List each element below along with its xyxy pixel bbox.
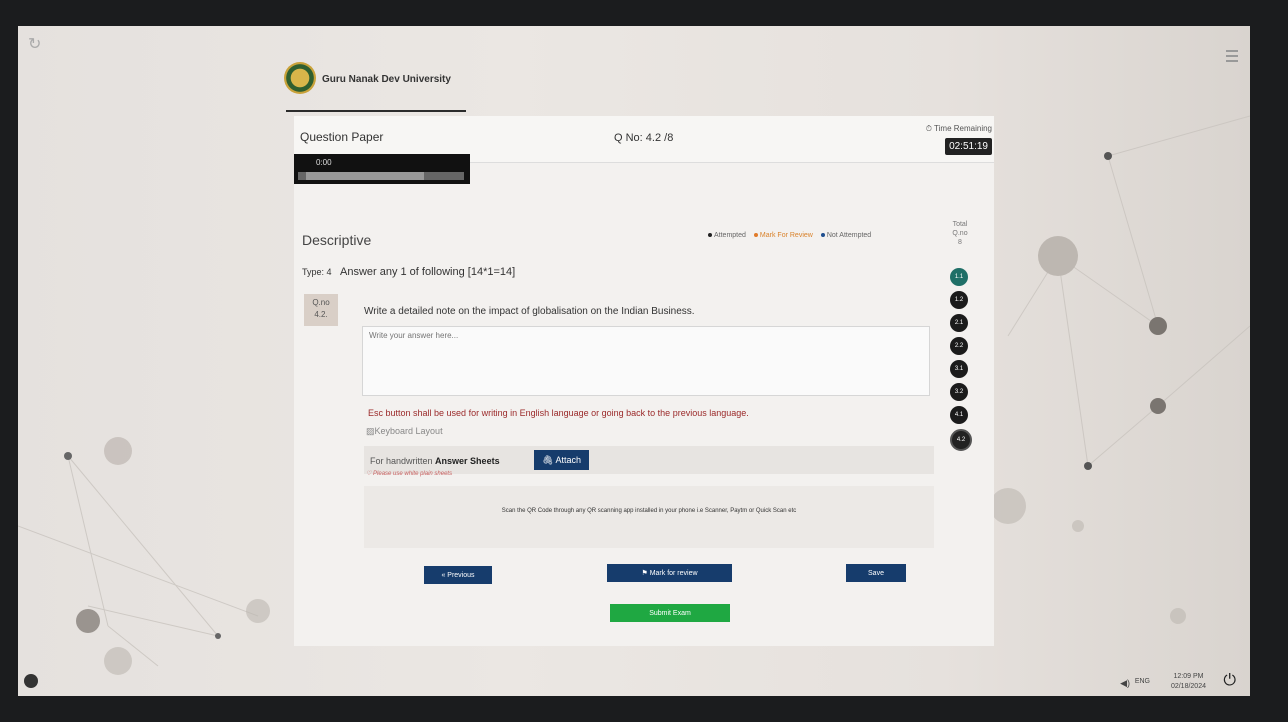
- taskbar: ◀) ENG 12:09 PM 02/18/2024 ⏻: [18, 666, 1250, 696]
- question-navigator: 1.1 1.2 2.1 2.2 3.1 3.2 4.1 4.2: [950, 268, 972, 456]
- keyboard-layout-image: ▨Keyboard Layout: [366, 426, 443, 436]
- question-type-row: Type: 4 Answer any 1 of following [14*1=…: [302, 266, 515, 278]
- question-text: Write a detailed note on the impact of g…: [364, 306, 695, 317]
- countdown-timer: 02:51:19: [945, 138, 992, 155]
- save-button[interactable]: Save: [846, 564, 906, 582]
- audio-player[interactable]: 0:00: [294, 154, 470, 184]
- qnav-item[interactable]: 2.2: [950, 337, 968, 355]
- header-underline: [286, 110, 466, 112]
- exam-panel: Question Paper Q No: 4.2 /8 ⏱ Time Remai…: [294, 116, 994, 646]
- qnav-item[interactable]: 1.2: [950, 291, 968, 309]
- question-paper-title[interactable]: Question Paper: [300, 130, 383, 144]
- power-icon[interactable]: ⏻: [1223, 672, 1236, 690]
- reload-icon[interactable]: ↻: [28, 34, 41, 54]
- mark-for-review-button[interactable]: ⚑ Mark for review: [607, 564, 732, 582]
- question-instruction: Answer any 1 of following [14*1=14]: [339, 266, 516, 278]
- attach-button[interactable]: 🖇 Attach: [534, 450, 589, 470]
- paperclip-icon: 🖇: [542, 455, 554, 465]
- question-badge: Q.no 4.2.: [304, 294, 338, 326]
- app-header: Guru Nanak Dev University: [284, 62, 784, 112]
- volume-icon[interactable]: ◀): [1120, 678, 1130, 689]
- qnav-item[interactable]: 2.1: [950, 314, 968, 332]
- answer-textarea[interactable]: [362, 326, 930, 396]
- flag-icon: ⚑: [641, 570, 648, 577]
- qnav-item[interactable]: 4.1: [950, 406, 968, 424]
- esc-language-note: Esc button shall be used for writing in …: [368, 408, 749, 418]
- university-name: Guru Nanak Dev University: [322, 74, 451, 85]
- start-icon[interactable]: [24, 674, 38, 688]
- qr-scan-box: Scan the QR Code through any QR scanning…: [364, 486, 934, 548]
- qnav-item[interactable]: 4.2: [950, 429, 972, 451]
- clock[interactable]: 12:09 PM 02/18/2024: [1171, 672, 1206, 692]
- qnav-item[interactable]: 1.1: [950, 268, 968, 286]
- legend-not-attempted: Not Attempted: [820, 232, 871, 239]
- previous-button[interactable]: « Previous: [424, 566, 492, 584]
- qnav-item[interactable]: 3.2: [950, 383, 968, 401]
- audio-scrollbar-thumb[interactable]: [306, 172, 424, 180]
- audio-time: 0:00: [316, 158, 332, 167]
- legend-mark-review: Mark For Review: [753, 232, 813, 239]
- submit-exam-button[interactable]: Submit Exam: [610, 604, 730, 622]
- question-number: Q No: 4.2 /8: [614, 132, 674, 144]
- hamburger-menu-icon[interactable]: [1226, 50, 1238, 65]
- screen: ↻ Guru Nanak Dev University Question Pap…: [18, 26, 1250, 696]
- section-title: Descriptive: [302, 232, 372, 248]
- legend-attempted: Attempted: [708, 232, 746, 239]
- status-legend: Attempted Mark For Review Not Attempted: [708, 232, 871, 239]
- qnav-item[interactable]: 3.1: [950, 360, 968, 378]
- question-type: Type: 4: [302, 267, 332, 277]
- time-remaining-label: ⏱ Time Remaining: [925, 124, 992, 133]
- language-indicator[interactable]: ENG: [1135, 678, 1150, 685]
- handwritten-label: For handwritten Answer Sheets: [370, 456, 500, 466]
- university-logo: [284, 62, 316, 94]
- qr-scan-text: Scan the QR Code through any QR scanning…: [501, 508, 797, 514]
- total-questions: Total Q.no 8: [952, 221, 968, 246]
- white-sheets-note: ♡ Please use white plain sheets: [366, 471, 453, 477]
